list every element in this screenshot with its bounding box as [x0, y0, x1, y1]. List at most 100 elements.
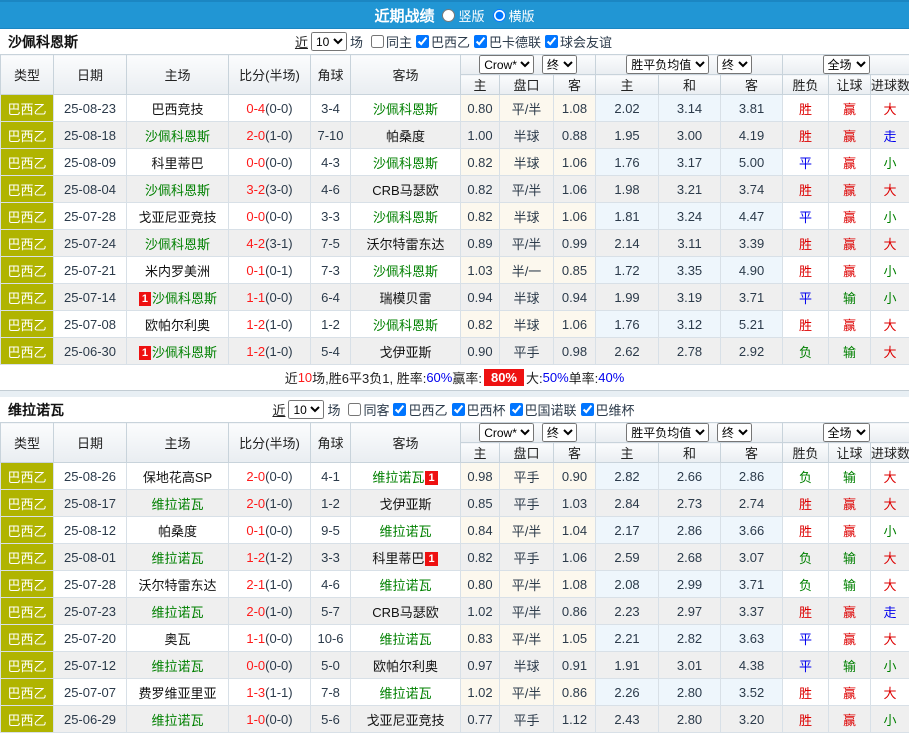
odds-time-select[interactable]: 终 [542, 423, 577, 442]
avg-away-odds: 4.90 [721, 257, 783, 284]
match-row: 巴西乙25-08-09科里蒂巴0-0(0-0)4-3沙佩科恩斯0.82半球1.0… [1, 149, 909, 176]
home-team-name[interactable]: 沙佩科恩斯 [152, 345, 217, 360]
away-team-name[interactable]: 戈伊亚斯 [379, 497, 431, 512]
home-team-name[interactable]: 巴西竞技 [151, 102, 203, 117]
near-link[interactable]: 近 [272, 400, 285, 419]
home-team-name[interactable]: 戈亚尼亚竞技 [138, 210, 216, 225]
header-corner: 角球 [311, 423, 351, 463]
home-team-name[interactable]: 维拉诺瓦 [151, 659, 203, 674]
fulltime-score: 1-0 [246, 712, 265, 727]
league-filter[interactable]: 巴西乙 [391, 400, 447, 419]
corner-cell: 7-5 [311, 230, 351, 257]
handicap-result-cell: 赢 [829, 706, 871, 733]
same-venue-filter[interactable]: 同主 [369, 32, 412, 51]
home-team-name[interactable]: 奥瓦 [164, 632, 190, 647]
layout-radio-horizontal[interactable]: 横版 [493, 6, 535, 25]
home-team-name[interactable]: 沙佩科恩斯 [152, 291, 217, 306]
league-cell: 巴西乙 [1, 338, 54, 365]
away-team-name[interactable]: 维拉诺瓦 [379, 578, 431, 593]
league-checkbox[interactable] [510, 403, 523, 416]
odds-time-select[interactable]: 终 [542, 55, 577, 74]
league-checkbox[interactable] [474, 35, 487, 48]
avg-home-odds: 1.98 [596, 176, 659, 203]
home-team-name[interactable]: 帕桑度 [158, 524, 197, 539]
league-checkbox[interactable] [545, 35, 558, 48]
handicap-result-cell: 输 [829, 544, 871, 571]
handicap-away-odds: 0.99 [554, 230, 596, 257]
away-team-name[interactable]: 瑞模贝雷 [379, 291, 431, 306]
league-filter[interactable]: 球会友谊 [543, 32, 612, 51]
league-checkbox[interactable] [581, 403, 594, 416]
away-team-name[interactable]: 沙佩科恩斯 [373, 318, 438, 333]
away-team-name[interactable]: 欧帕尔利奥 [373, 659, 438, 674]
avg-group-header: 胜平负均值 终 [596, 423, 783, 443]
same-venue-filter[interactable]: 同客 [346, 400, 389, 419]
away-team-name[interactable]: 沃尔特雷东达 [366, 237, 444, 252]
score-cell: 0-0(0-0) [229, 149, 311, 176]
league-cell: 巴西乙 [1, 625, 54, 652]
avg-select[interactable]: 胜平负均值 [626, 55, 709, 74]
league-filter[interactable]: 巴国诺联 [508, 400, 577, 419]
goals-cell: 大 [871, 625, 909, 652]
home-team-name[interactable]: 沃尔特雷东达 [138, 578, 216, 593]
away-team-name[interactable]: 沙佩科恩斯 [373, 264, 438, 279]
away-team-name[interactable]: CRB马瑟欧 [372, 183, 438, 198]
avg-time-select[interactable]: 终 [717, 423, 752, 442]
league-filter[interactable]: 巴西杯 [450, 400, 506, 419]
home-team-name[interactable]: 维拉诺瓦 [151, 713, 203, 728]
away-team-name[interactable]: 维拉诺瓦 [379, 524, 431, 539]
match-count-select[interactable]: 10 [311, 32, 347, 51]
odds-company-select[interactable]: Crow* [479, 423, 534, 442]
handicap-line: 平/半 [500, 176, 554, 203]
away-team-name[interactable]: 帕桑度 [386, 129, 425, 144]
away-team-name[interactable]: 科里蒂巴 [372, 551, 424, 566]
match-row: 巴西乙25-08-17维拉诺瓦2-0(1-0)1-2戈伊亚斯0.85平手1.03… [1, 490, 909, 517]
home-team-name[interactable]: 沙佩科恩斯 [145, 129, 210, 144]
league-checkbox[interactable] [416, 35, 429, 48]
away-team-name[interactable]: 戈伊亚斯 [379, 345, 431, 360]
home-team-name[interactable]: 米内罗美洲 [145, 264, 210, 279]
away-team-name[interactable]: 维拉诺瓦 [372, 470, 424, 485]
near-link[interactable]: 近 [295, 32, 308, 51]
layout-radio-vertical[interactable]: 竖版 [442, 6, 484, 25]
avg-time-select[interactable]: 终 [717, 55, 752, 74]
odds-company-select[interactable]: Crow* [479, 55, 534, 74]
league-checkbox[interactable] [452, 403, 465, 416]
league-filter[interactable]: 巴卡德联 [472, 32, 541, 51]
home-team-name[interactable]: 费罗维亚里亚 [138, 686, 216, 701]
handicap-home-odds: 0.80 [461, 571, 500, 598]
vertical-radio-input[interactable] [442, 9, 455, 22]
match-count-select[interactable]: 10 [288, 400, 324, 419]
away-team-name[interactable]: 沙佩科恩斯 [373, 156, 438, 171]
match-row: 巴西乙25-07-24沙佩科恩斯4-2(3-1)7-5沃尔特雷东达0.89平/半… [1, 230, 909, 257]
same-venue-checkbox[interactable] [371, 35, 384, 48]
avg-home-odds: 1.95 [596, 122, 659, 149]
home-team-name[interactable]: 沙佩科恩斯 [145, 237, 210, 252]
home-team-name[interactable]: 科里蒂巴 [151, 156, 203, 171]
away-team-name[interactable]: 维拉诺瓦 [379, 686, 431, 701]
home-team-name[interactable]: 欧帕尔利奥 [145, 318, 210, 333]
handicap-result-cell: 赢 [829, 230, 871, 257]
home-team-name[interactable]: 维拉诺瓦 [151, 605, 203, 620]
scope-select[interactable]: 全场 [823, 55, 870, 74]
home-team-name[interactable]: 沙佩科恩斯 [145, 183, 210, 198]
away-team-name[interactable]: CRB马瑟欧 [372, 605, 438, 620]
avg-away-odds: 3.71 [721, 571, 783, 598]
home-team-name[interactable]: 维拉诺瓦 [151, 497, 203, 512]
away-team-name[interactable]: 维拉诺瓦 [379, 632, 431, 647]
away-team-name[interactable]: 沙佩科恩斯 [373, 210, 438, 225]
corner-cell: 7-3 [311, 257, 351, 284]
avg-select[interactable]: 胜平负均值 [626, 423, 709, 442]
horizontal-radio-input[interactable] [493, 9, 506, 22]
league-checkbox[interactable] [393, 403, 406, 416]
away-team-name[interactable]: 沙佩科恩斯 [373, 102, 438, 117]
league-filter[interactable]: 巴西乙 [414, 32, 470, 51]
scope-select[interactable]: 全场 [823, 423, 870, 442]
away-team-name[interactable]: 戈亚尼亚竞技 [366, 713, 444, 728]
score-cell: 1-2(1-2) [229, 544, 311, 571]
same-venue-checkbox[interactable] [348, 403, 361, 416]
home-team-name[interactable]: 保地花高SP [143, 470, 212, 485]
handicap-home-odds: 1.02 [461, 598, 500, 625]
home-team-name[interactable]: 维拉诺瓦 [151, 551, 203, 566]
league-filter[interactable]: 巴维杯 [579, 400, 635, 419]
